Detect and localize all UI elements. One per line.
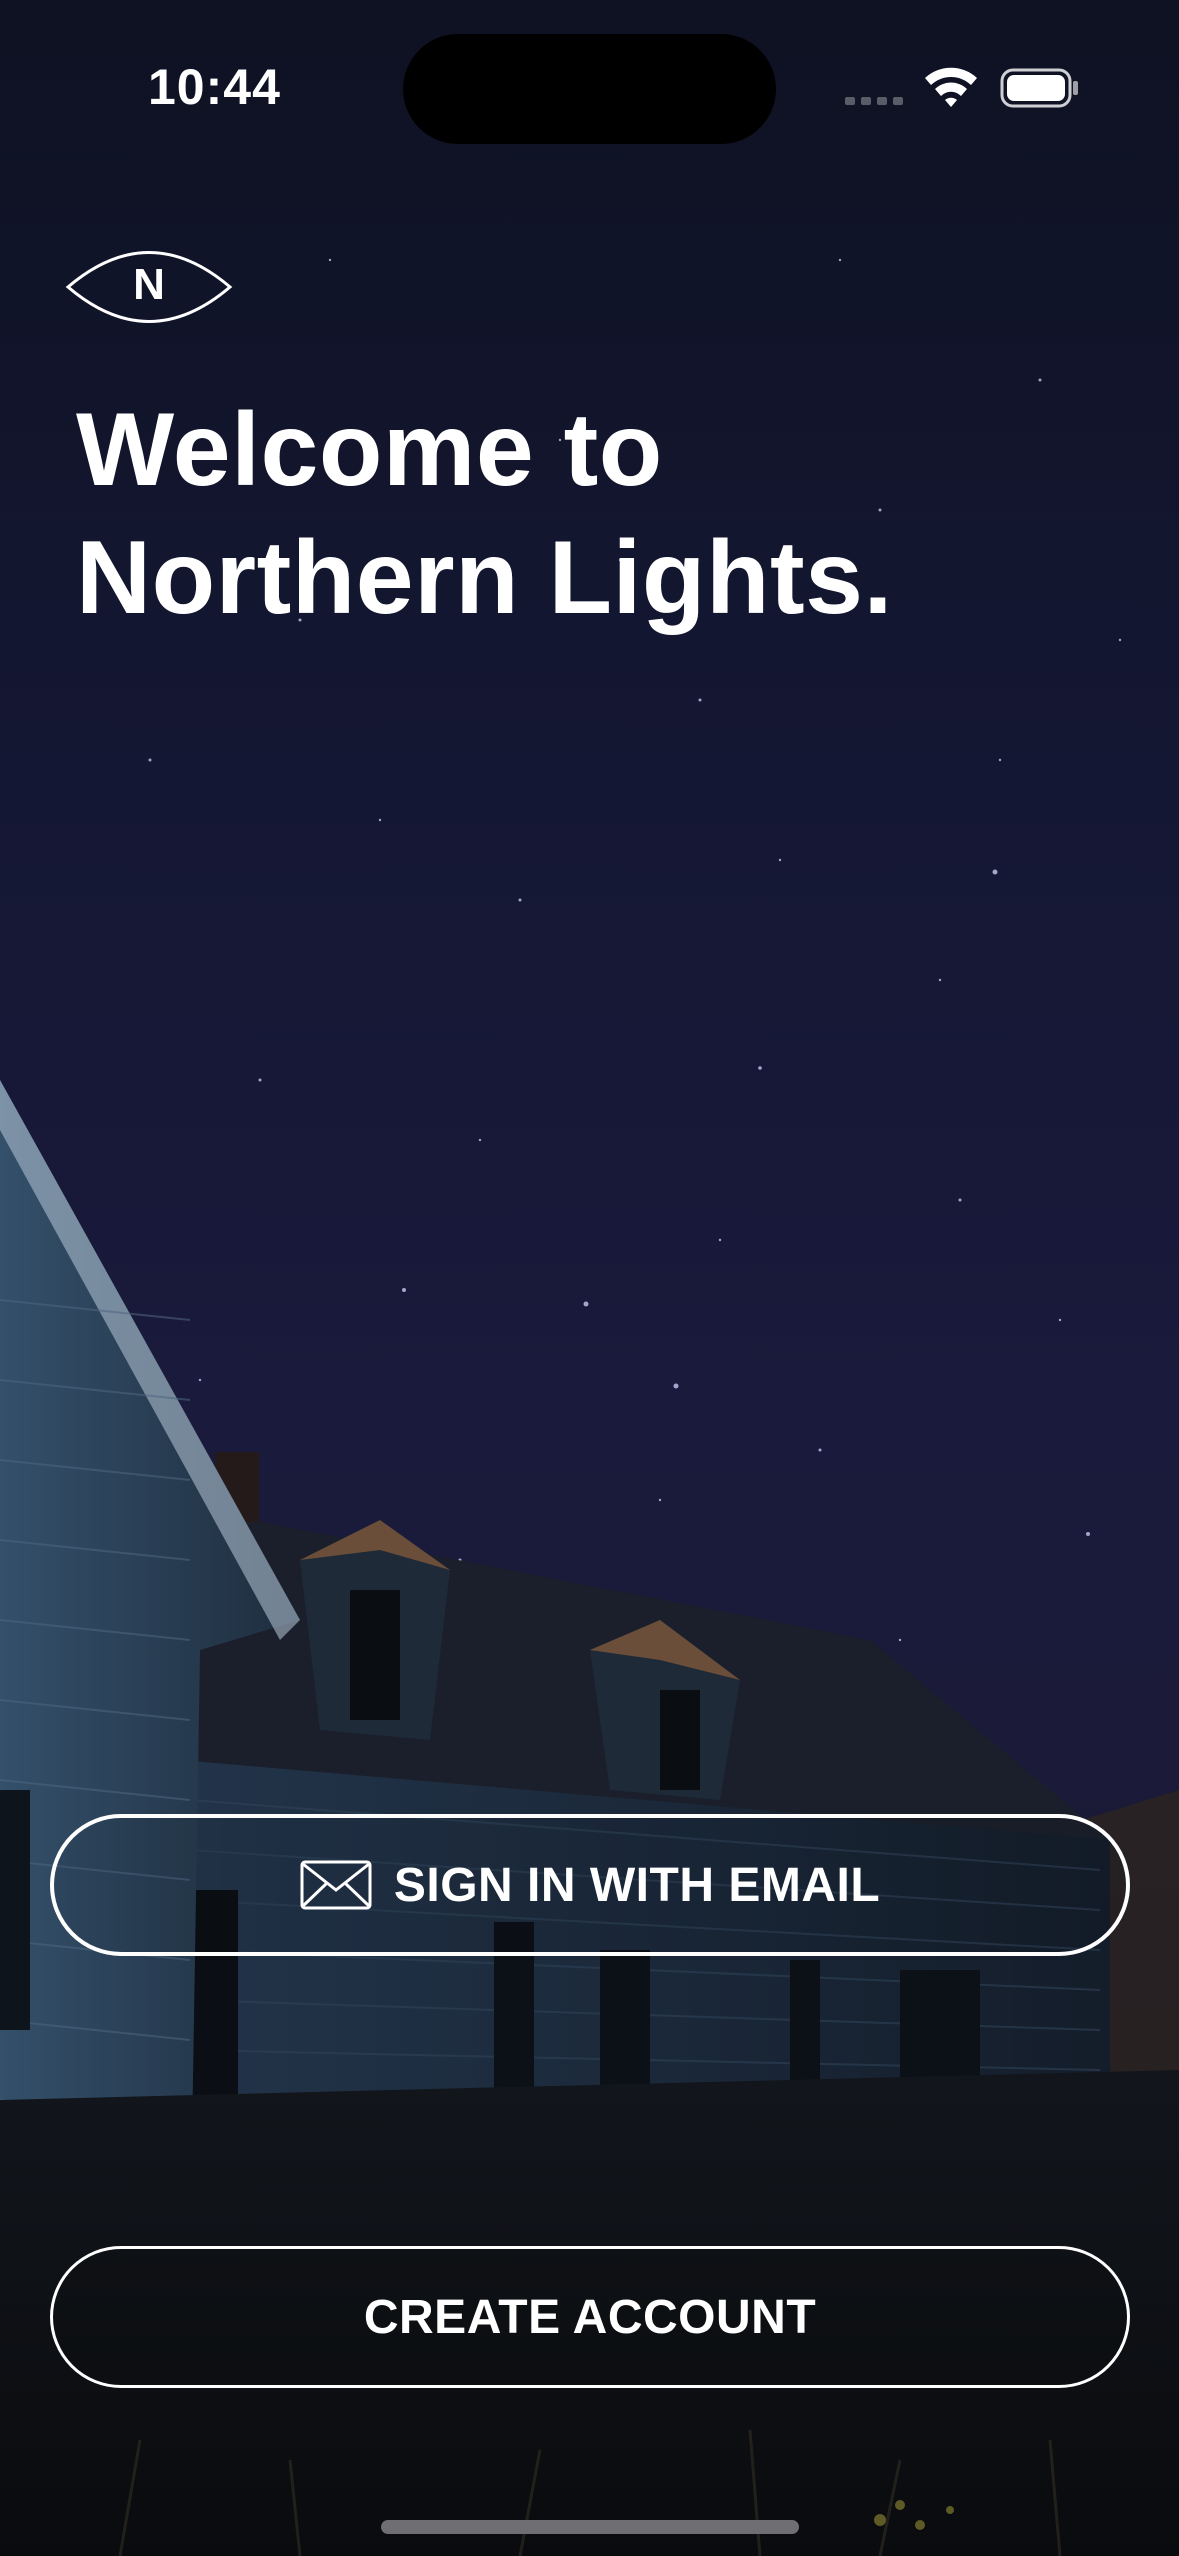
home-indicator[interactable] [381,2520,799,2534]
mail-icon [300,1860,372,1910]
create-account-label: CREATE ACCOUNT [363,2290,817,2344]
wifi-icon [925,67,977,107]
app-logo: N [64,226,234,348]
create-account-button[interactable]: CREATE ACCOUNT [50,2246,1130,2388]
welcome-title: Welcome to Northern Lights. [76,386,1116,642]
dynamic-island [403,34,776,144]
logo-letter: N [133,260,165,309]
battery-icon [1000,68,1078,108]
sign-in-with-email-button[interactable]: SIGN IN WITH EMAIL [50,1814,1130,1956]
sign-in-with-email-label: SIGN IN WITH EMAIL [393,1858,881,1912]
welcome-title-line-2: Northern Lights. [76,520,893,636]
cellular-signal-icon [845,97,903,105]
status-bar-time: 10:44 [148,59,281,115]
welcome-title-line-1: Welcome to [76,392,663,508]
welcome-screen: 10:44 N Welcome to Northern Lights. SIGN… [0,0,1179,2556]
background-night-sky-farmhouse-image [0,258,1179,2556]
